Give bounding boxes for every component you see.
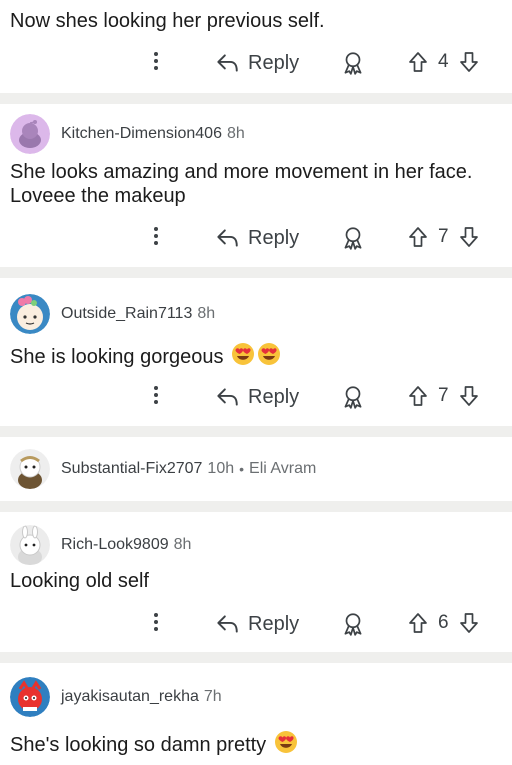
comment-text: She is looking gorgeous xyxy=(10,346,224,368)
comment-separator xyxy=(0,93,512,104)
vote-score: 4 xyxy=(438,51,449,72)
heart-eyes-emoji xyxy=(274,730,298,754)
comment-header: Rich-Look9809 8h xyxy=(10,525,191,565)
award-icon[interactable] xyxy=(340,50,366,76)
more-options-icon[interactable] xyxy=(151,49,161,77)
timestamp: 8h xyxy=(173,536,192,553)
username[interactable]: jayakisautan_rekha xyxy=(61,688,199,706)
timestamp: 8h xyxy=(226,125,245,142)
meta-separator: • xyxy=(239,461,245,477)
username[interactable]: Substantial-Fix2707 xyxy=(61,460,202,478)
avatar[interactable] xyxy=(10,294,50,334)
avatar[interactable] xyxy=(10,114,50,154)
comment-separator xyxy=(0,501,512,512)
reply-arrow-icon xyxy=(214,225,240,251)
timestamp: 7h xyxy=(203,688,222,705)
vote-score: 6 xyxy=(438,612,449,633)
reply-button[interactable]: Reply xyxy=(214,384,299,410)
comment-actions: Reply 6 xyxy=(0,604,512,644)
reply-button[interactable]: Reply xyxy=(214,50,299,76)
timestamp: 8h xyxy=(197,305,216,322)
comment-header: jayakisautan_rekha 7h xyxy=(10,677,222,717)
vote-controls: 6 xyxy=(406,611,481,635)
comment: Rich-Look9809 8h Looking old self Reply … xyxy=(0,512,512,652)
reply-label: Reply xyxy=(248,612,300,635)
downvote-arrow-icon[interactable] xyxy=(457,50,481,74)
comment-separator xyxy=(0,652,512,663)
upvote-arrow-icon[interactable] xyxy=(406,384,430,408)
comment: jayakisautan_rekha 7h She's looking so d… xyxy=(0,663,512,765)
reply-button[interactable]: Reply xyxy=(214,611,299,637)
comment-body: She looks amazing and more movement in h… xyxy=(10,161,473,207)
comment-actions: Reply 7 xyxy=(0,377,512,417)
reply-arrow-icon xyxy=(214,50,240,76)
upvote-arrow-icon[interactable] xyxy=(406,225,430,249)
comment: Now shes looking her previous self. Repl… xyxy=(0,0,512,93)
award-icon[interactable] xyxy=(340,611,366,637)
reply-arrow-icon xyxy=(214,384,240,410)
reply-button[interactable]: Reply xyxy=(214,225,299,251)
heart-eyes-emoji xyxy=(231,342,255,366)
vote-score: 7 xyxy=(438,226,449,247)
more-options-icon[interactable] xyxy=(151,224,161,252)
comment-header: Kitchen-Dimension406 8h xyxy=(10,114,245,154)
vote-score: 7 xyxy=(438,385,449,406)
username[interactable]: Kitchen-Dimension406 xyxy=(61,125,222,143)
username[interactable]: Rich-Look9809 xyxy=(61,536,169,554)
reply-arrow-icon xyxy=(214,611,240,637)
more-options-icon[interactable] xyxy=(151,610,161,638)
username[interactable]: Outside_Rain7113 xyxy=(61,305,192,323)
avatar[interactable] xyxy=(10,677,50,717)
comment-separator xyxy=(0,267,512,278)
comment-body: Looking old self xyxy=(10,570,149,592)
comment: Outside_Rain7113 8h She is looking gorge… xyxy=(0,278,512,426)
comment-header: Outside_Rain7113 8h xyxy=(10,294,215,334)
comment-separator xyxy=(0,426,512,437)
comment-body: She's looking so damn pretty xyxy=(10,730,500,757)
downvote-arrow-icon[interactable] xyxy=(457,611,481,635)
comment-body: Now shes looking her previous self. xyxy=(10,10,325,32)
upvote-arrow-icon[interactable] xyxy=(406,611,430,635)
more-options-icon[interactable] xyxy=(151,383,161,411)
reply-label: Reply xyxy=(248,385,300,408)
avatar[interactable] xyxy=(10,525,50,565)
comment-collapsed[interactable]: Substantial-Fix2707 10h • Eli Avram xyxy=(0,437,512,501)
reply-label: Reply xyxy=(248,226,300,249)
heart-eyes-emoji xyxy=(257,342,281,366)
user-flair: Eli Avram xyxy=(249,460,317,477)
comment-actions: Reply 4 xyxy=(0,43,512,83)
vote-controls: 7 xyxy=(406,225,481,249)
award-icon[interactable] xyxy=(340,384,366,410)
vote-controls: 4 xyxy=(406,50,481,74)
comment-text: She's looking so damn pretty xyxy=(10,734,267,756)
upvote-arrow-icon[interactable] xyxy=(406,50,430,74)
reply-label: Reply xyxy=(248,51,300,74)
vote-controls: 7 xyxy=(406,384,481,408)
comment-header: Substantial-Fix2707 10h • Eli Avram xyxy=(10,449,316,489)
timestamp: 10h xyxy=(207,460,235,477)
comment-body: She is looking gorgeous xyxy=(10,342,500,369)
award-icon[interactable] xyxy=(340,225,366,251)
downvote-arrow-icon[interactable] xyxy=(457,384,481,408)
avatar[interactable] xyxy=(10,449,50,489)
comment: Kitchen-Dimension406 8h She looks amazin… xyxy=(0,104,512,267)
comment-actions: Reply 7 xyxy=(0,218,512,258)
downvote-arrow-icon[interactable] xyxy=(457,225,481,249)
